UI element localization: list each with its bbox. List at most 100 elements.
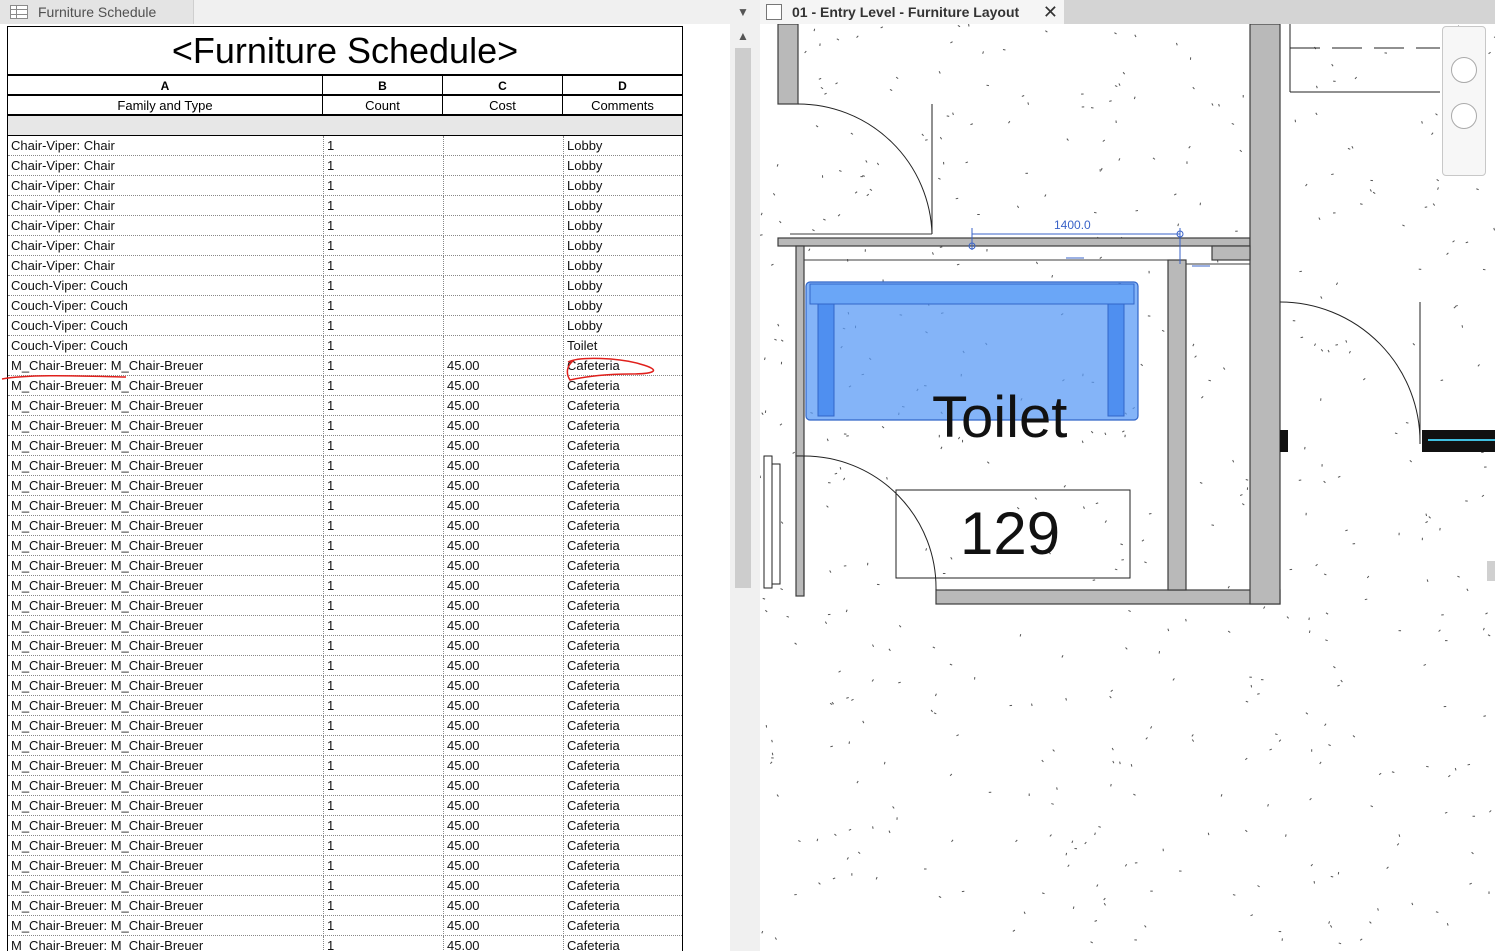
cell-count[interactable]: 1 — [323, 676, 442, 696]
table-row[interactable]: M_Chair-Breuer: M_Chair-Breuer 1 45.00 Cafe… — [8, 856, 682, 876]
cell-count[interactable]: 1 — [323, 656, 442, 676]
cell-count[interactable]: 1 — [323, 596, 442, 616]
cell-family-and-type[interactable]: Chair-Viper: Chair — [8, 196, 322, 216]
cell-family-and-type[interactable]: Chair-Viper: Chair — [8, 216, 322, 236]
cell-comments[interactable]: Cafeteria — [563, 736, 682, 756]
cell-comments[interactable]: Cafeteria — [563, 876, 682, 896]
cell-family-and-type[interactable]: M_Chair-Breuer: M_Chair-Breuer — [8, 496, 322, 516]
cell-family-and-type[interactable]: Chair-Viper: Chair — [8, 256, 322, 276]
cell-count[interactable]: 1 — [323, 836, 442, 856]
column-letter-c[interactable]: C — [443, 76, 562, 94]
cell-count[interactable]: 1 — [323, 896, 442, 916]
cell-count[interactable]: 1 — [323, 576, 442, 596]
cell-comments[interactable]: Cafeteria — [563, 556, 682, 576]
cell-comments[interactable]: Cafeteria — [563, 756, 682, 776]
zoom-region-icon[interactable] — [1451, 103, 1477, 129]
cell-cost[interactable]: 45.00 — [443, 856, 562, 876]
cell-cost[interactable]: 45.00 — [443, 816, 562, 836]
cell-count[interactable]: 1 — [323, 256, 442, 276]
cell-comments[interactable]: Cafeteria — [563, 676, 682, 696]
table-row[interactable]: M_Chair-Breuer: M_Chair-Breuer 1 45.00 Cafe… — [8, 836, 682, 856]
cell-cost[interactable] — [443, 136, 562, 156]
table-row[interactable]: M_Chair-Breuer: M_Chair-Breuer 1 45.00 Cafe… — [8, 896, 682, 916]
cell-cost[interactable] — [443, 316, 562, 336]
cell-cost[interactable]: 45.00 — [443, 416, 562, 436]
table-row[interactable]: M_Chair-Breuer: M_Chair-Breuer 1 45.00 Cafe… — [8, 756, 682, 776]
table-row[interactable]: M_Chair-Breuer: M_Chair-Breuer 1 45.00 Cafe… — [8, 456, 682, 476]
header-family-and-type[interactable]: Family and Type — [8, 96, 322, 114]
cell-count[interactable]: 1 — [323, 456, 442, 476]
cell-count[interactable]: 1 — [323, 296, 442, 316]
table-row[interactable]: M_Chair-Breuer: M_Chair-Breuer 1 45.00 Cafe… — [8, 576, 682, 596]
cell-comments[interactable]: Lobby — [563, 256, 682, 276]
cell-count[interactable]: 1 — [323, 736, 442, 756]
cell-cost[interactable]: 45.00 — [443, 536, 562, 556]
cell-count[interactable]: 1 — [323, 716, 442, 736]
cell-cost[interactable]: 45.00 — [443, 396, 562, 416]
scroll-up-icon[interactable]: ▲ — [731, 26, 755, 46]
cell-comments[interactable]: Cafeteria — [563, 916, 682, 936]
cell-family-and-type[interactable]: M_Chair-Breuer: M_Chair-Breuer — [8, 636, 322, 656]
table-row[interactable]: M_Chair-Breuer: M_Chair-Breuer 1 45.00 Cafe… — [8, 556, 682, 576]
cell-comments[interactable]: Cafeteria — [563, 516, 682, 536]
cell-count[interactable]: 1 — [323, 776, 442, 796]
cell-family-and-type[interactable]: M_Chair-Breuer: M_Chair-Breuer — [8, 456, 322, 476]
cell-count[interactable]: 1 — [323, 436, 442, 456]
cell-family-and-type[interactable]: M_Chair-Breuer: M_Chair-Breuer — [8, 396, 322, 416]
cell-comments[interactable]: Lobby — [563, 136, 682, 156]
header-comments[interactable]: Comments — [563, 96, 682, 114]
cell-cost[interactable] — [443, 196, 562, 216]
table-row[interactable]: M_Chair-Breuer: M_Chair-Breuer 1 45.00 Cafe… — [8, 696, 682, 716]
cell-comments[interactable]: Cafeteria — [563, 576, 682, 596]
cell-comments[interactable]: Cafeteria — [563, 816, 682, 836]
table-row[interactable]: M_Chair-Breuer: M_Chair-Breuer 1 45.00 Cafe… — [8, 416, 682, 436]
table-row[interactable]: M_Chair-Breuer: M_Chair-Breuer 1 45.00 Cafe… — [8, 676, 682, 696]
cell-cost[interactable]: 45.00 — [443, 776, 562, 796]
cell-count[interactable]: 1 — [323, 196, 442, 216]
cell-family-and-type[interactable]: M_Chair-Breuer: M_Chair-Breuer — [8, 876, 322, 896]
cell-cost[interactable]: 45.00 — [443, 876, 562, 896]
cell-comments[interactable]: Cafeteria — [563, 656, 682, 676]
cell-family-and-type[interactable]: Couch-Viper: Couch — [8, 276, 322, 296]
cell-count[interactable]: 1 — [323, 936, 442, 951]
cell-cost[interactable]: 45.00 — [443, 516, 562, 536]
cell-count[interactable]: 1 — [323, 316, 442, 336]
cell-cost[interactable]: 45.00 — [443, 476, 562, 496]
cell-count[interactable]: 1 — [323, 136, 442, 156]
cell-cost[interactable] — [443, 296, 562, 316]
cell-count[interactable]: 1 — [323, 556, 442, 576]
table-row[interactable]: M_Chair-Breuer: M_Chair-Breuer 1 45.00 Cafe… — [8, 716, 682, 736]
column-letter-b[interactable]: B — [323, 76, 442, 94]
cell-cost[interactable]: 45.00 — [443, 916, 562, 936]
cell-family-and-type[interactable]: Couch-Viper: Couch — [8, 296, 322, 316]
cell-cost[interactable]: 45.00 — [443, 436, 562, 456]
cell-family-and-type[interactable]: M_Chair-Breuer: M_Chair-Breuer — [8, 836, 322, 856]
cell-count[interactable]: 1 — [323, 536, 442, 556]
cell-comments[interactable]: Lobby — [563, 316, 682, 336]
table-row[interactable]: M_Chair-Breuer: M_Chair-Breuer 1 45.00 Cafe… — [8, 876, 682, 896]
cell-cost[interactable]: 45.00 — [443, 556, 562, 576]
cell-family-and-type[interactable]: M_Chair-Breuer: M_Chair-Breuer — [8, 696, 322, 716]
tab-furniture-schedule[interactable]: Furniture Schedule — [0, 0, 194, 24]
table-row[interactable]: M_Chair-Breuer: M_Chair-Breuer 1 45.00 Cafe… — [8, 936, 682, 951]
cell-cost[interactable] — [443, 216, 562, 236]
cell-family-and-type[interactable]: Chair-Viper: Chair — [8, 156, 322, 176]
table-row[interactable]: M_Chair-Breuer: M_Chair-Breuer 1 45.00 Cafe… — [8, 656, 682, 676]
cell-cost[interactable]: 45.00 — [443, 796, 562, 816]
table-row[interactable]: Chair-Viper: Chair 1 Lobby — [8, 136, 682, 156]
cell-cost[interactable]: 45.00 — [443, 496, 562, 516]
cell-comments[interactable]: Cafeteria — [563, 456, 682, 476]
cell-comments[interactable]: Lobby — [563, 196, 682, 216]
cell-cost[interactable]: 45.00 — [443, 656, 562, 676]
cell-comments[interactable]: Cafeteria — [563, 436, 682, 456]
cell-comments[interactable]: Cafeteria — [563, 396, 682, 416]
cell-count[interactable]: 1 — [323, 396, 442, 416]
table-row[interactable]: M_Chair-Breuer: M_Chair-Breuer 1 45.00 Cafe… — [8, 496, 682, 516]
cell-count[interactable]: 1 — [323, 236, 442, 256]
table-row[interactable]: Couch-Viper: Couch 1 Lobby — [8, 276, 682, 296]
cell-family-and-type[interactable]: M_Chair-Breuer: M_Chair-Breuer — [8, 516, 322, 536]
cell-cost[interactable]: 45.00 — [443, 736, 562, 756]
table-row[interactable]: Chair-Viper: Chair 1 Lobby — [8, 256, 682, 276]
column-letter-d[interactable]: D — [563, 76, 682, 94]
cell-count[interactable]: 1 — [323, 876, 442, 896]
